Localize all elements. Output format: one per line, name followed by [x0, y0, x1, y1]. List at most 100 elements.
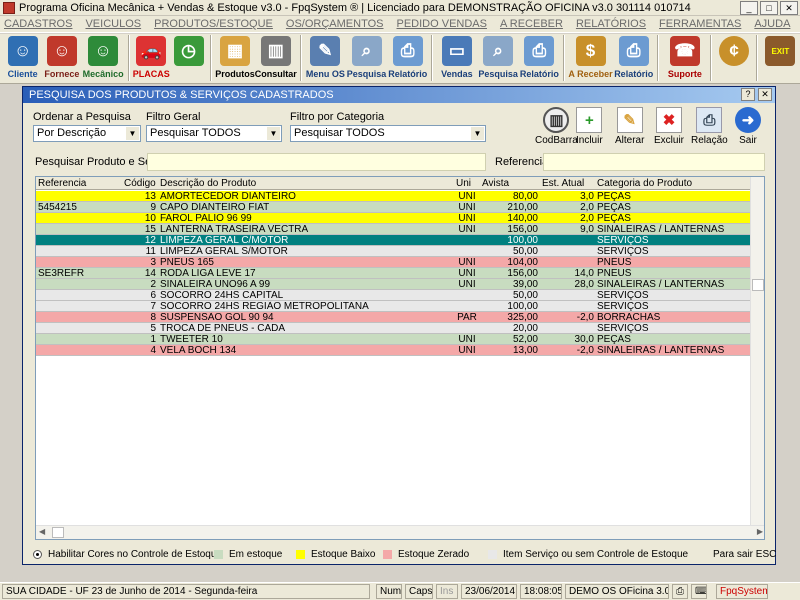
table-row[interactable]: 6 SOCORRO 24HS CAPITAL 50,00 SERVIÇOS [36, 290, 751, 301]
dialog-title-bar: PESQUISA DOS PRODUTOS & SERVIÇOS CADASTR… [23, 87, 775, 103]
pesquisar-input[interactable] [147, 153, 486, 171]
legend-swatch [383, 550, 392, 559]
product-search-dialog: PESQUISA DOS PRODUTOS & SERVIÇOS CADASTR… [22, 86, 776, 565]
legend-estoque-zerado-label: Estoque Zerado [398, 549, 470, 560]
horizontal-scrollbar[interactable]: ◀ ▶ [36, 525, 764, 539]
relatorio-receber-button[interactable]: ⎙ Relatório [613, 34, 654, 82]
consultar-button[interactable]: ▥ Consultar [255, 34, 297, 82]
maximize-button[interactable]: □ [760, 0, 778, 15]
minimize-button[interactable]: _ [740, 0, 758, 15]
placas-button[interactable]: 🚗 PLACAS [133, 34, 170, 82]
incluir-button[interactable]: + Incluir [576, 107, 603, 146]
toolbar-separator [562, 35, 565, 81]
cell-uni: UNI [458, 191, 476, 202]
cell-descricao: TROCA DE PNEUS - CADA [160, 323, 286, 334]
codbarra-button[interactable]: ▥ CodBarra [535, 107, 578, 146]
scroll-right-icon[interactable]: ▶ [757, 527, 763, 536]
header-descricao[interactable]: Descrição do Produto [160, 177, 256, 190]
relatorio-vendas-button[interactable]: ⎙ Relatório [519, 34, 560, 82]
table-row[interactable]: 2 SINALEIRA UNO96 A 99 UNI 39,00 28,0 SINALEI… [36, 279, 751, 290]
delete-icon: ✖ [656, 107, 682, 133]
vertical-scrollbar[interactable] [750, 177, 764, 525]
exit-button[interactable]: EXIT [761, 34, 800, 82]
menu-veiculos[interactable]: VEICULOS [85, 18, 141, 30]
legend-em-estoque-label: Em estoque [229, 549, 283, 560]
scroll-left-icon[interactable]: ◀ [39, 527, 45, 536]
filtro-categoria-select[interactable]: Pesquisar TODOS ▼ [290, 125, 486, 142]
ordenar-select[interactable]: Por Descrição ▼ [33, 125, 141, 142]
menu-relatorios[interactable]: RELATÓRIOS [576, 18, 646, 30]
table-row[interactable]: 15 LANTERNA TRASEIRA VECTRA UNI 156,00 9,0 SI… [36, 224, 751, 235]
relatorio-os-button[interactable]: ⎙ Relatório [387, 34, 428, 82]
close-button[interactable]: ✕ [780, 0, 798, 15]
mecanico-button[interactable]: ☺ Mecânico [82, 34, 125, 82]
table-row[interactable]: 10 FAROL PALIO 96 99 UNI 140,00 2,0 PEÇAS [36, 213, 751, 224]
scroll-thumb[interactable] [52, 527, 64, 538]
table-row[interactable]: 8 SUSPENSÃO GOL 90 94 PAR 325,00 -2,0 BORRACH… [36, 312, 751, 323]
header-uni[interactable]: Uni [456, 177, 471, 190]
chevron-down-icon[interactable]: ▼ [267, 127, 280, 140]
table-row[interactable]: 4 VELA BOCH 134 UNI 13,00 -2,0 SINALEIRAS / L… [36, 345, 751, 356]
header-categoria[interactable]: Categoria do Produto [597, 177, 692, 190]
table-row[interactable]: 7 SOCORRO 24HS REGIÃO METROPOLITANA 100,00… [36, 301, 751, 312]
cell-avista: 20,00 [512, 323, 538, 334]
chevron-down-icon[interactable]: ▼ [471, 127, 484, 140]
header-referencia[interactable]: Referencia [38, 177, 86, 190]
toolbar-separator [710, 35, 713, 81]
cell-codigo: 6 [150, 290, 156, 301]
scroll-thumb[interactable] [752, 279, 764, 291]
products-grid[interactable]: Referencia Código Descrição do Produto U… [35, 176, 765, 540]
pesquisa-os-button[interactable]: ⌕ Pesquisa [346, 34, 387, 82]
clock-button[interactable]: ◷ [170, 34, 207, 82]
mecanico-label: Mecânico [82, 69, 124, 79]
menu-ajuda[interactable]: AJUDA [754, 18, 790, 30]
sair-button[interactable]: ➜ Sair [735, 107, 761, 146]
help-button[interactable]: ? [741, 88, 755, 101]
filtro-geral-select[interactable]: Pesquisar TODOS ▼ [146, 125, 282, 142]
printer-icon: ⎙ [618, 36, 649, 66]
coin-button[interactable]: ¢ [715, 34, 752, 82]
vendas-button[interactable]: ▭ Vendas [436, 34, 477, 82]
alterar-button[interactable]: ✎ Alterar [615, 107, 644, 146]
legend-estoque-zerado: Estoque Zerado [383, 549, 469, 560]
cell-uni: UNI [458, 345, 476, 356]
relacao-button[interactable]: ⎙ Relação [691, 107, 728, 146]
table-row[interactable]: 3 PNEUS 165 UNI 104,00 PNEUS [36, 257, 751, 268]
habilitar-cores-radio[interactable]: Habilitar Cores no Controle de Estoque [33, 549, 222, 560]
header-codigo[interactable]: Código [124, 177, 156, 190]
cell-descricao: LIMPEZA GERAL C/MOTOR [160, 235, 289, 246]
table-row[interactable]: SE3REFR 14 RODA LIGA LEVE 17 UNI 156,00 14,0 P… [36, 268, 751, 279]
chevron-down-icon[interactable]: ▼ [126, 127, 139, 140]
cliente-button[interactable]: ☺ Cliente [3, 34, 42, 82]
legend-swatch [296, 550, 305, 559]
relatorio-os-label: Relatório [388, 69, 428, 79]
pesquisa-vendas-button[interactable]: ⌕ Pesquisa [478, 34, 519, 82]
radio-icon[interactable] [33, 550, 42, 559]
suporte-button[interactable]: ☎ Suporte [662, 34, 707, 82]
menu-produtos-estoque[interactable]: PRODUTOS/ESTOQUE [154, 18, 273, 30]
header-avista[interactable]: Avista [482, 177, 509, 190]
cell-avista: 100,00 [507, 235, 538, 246]
suporte-label: Suporte [667, 69, 702, 79]
table-row[interactable]: 11 LIMPEZA GERAL S/MOTOR 50,00 SERVIÇOS [36, 246, 751, 257]
table-row[interactable]: 1 TWEETER 10 UNI 52,00 30,0 PEÇAS [36, 334, 751, 345]
excluir-button[interactable]: ✖ Excluir [654, 107, 684, 146]
a-receber-button[interactable]: $ A Receber [568, 34, 613, 82]
table-row[interactable]: 12 LIMPEZA GERAL C/MOTOR 100,00 SERVIÇOS [36, 235, 751, 246]
dialog-close-button[interactable]: ✕ [758, 88, 772, 101]
table-row[interactable]: 5454215 9 CAPO DIANTEIRO FIAT UNI 210,00 2,0 P… [36, 202, 751, 213]
menu-os-button[interactable]: ✎ Menu OS [305, 34, 346, 82]
menu-a-receber[interactable]: A RECEBER [500, 18, 563, 30]
menu-ferramentas[interactable]: FERRAMENTAS [659, 18, 741, 30]
menu-cadastros[interactable]: CADASTROS [4, 18, 72, 30]
produtos-button[interactable]: ▦ Produtos [215, 34, 255, 82]
referencia-input[interactable] [543, 153, 765, 171]
menu-pedido-vendas[interactable]: PEDIDO VENDAS [397, 18, 487, 30]
cell-descricao: SOCORRO 24HS CAPITAL [160, 290, 284, 301]
cell-est-atual: 9,0 [580, 224, 594, 235]
header-est-atual[interactable]: Est. Atual [542, 177, 584, 190]
menu-os-orcamentos[interactable]: OS/ORÇAMENTOS [286, 18, 384, 30]
fornece-button[interactable]: ☺ Fornece [42, 34, 81, 82]
table-row[interactable]: 5 TROCA DE PNEUS - CADA 20,00 SERVIÇOS [36, 323, 751, 334]
table-row[interactable]: 13 AMORTECEDOR DIANTEIRO UNI 80,00 3,0 PEÇAS [36, 191, 751, 202]
